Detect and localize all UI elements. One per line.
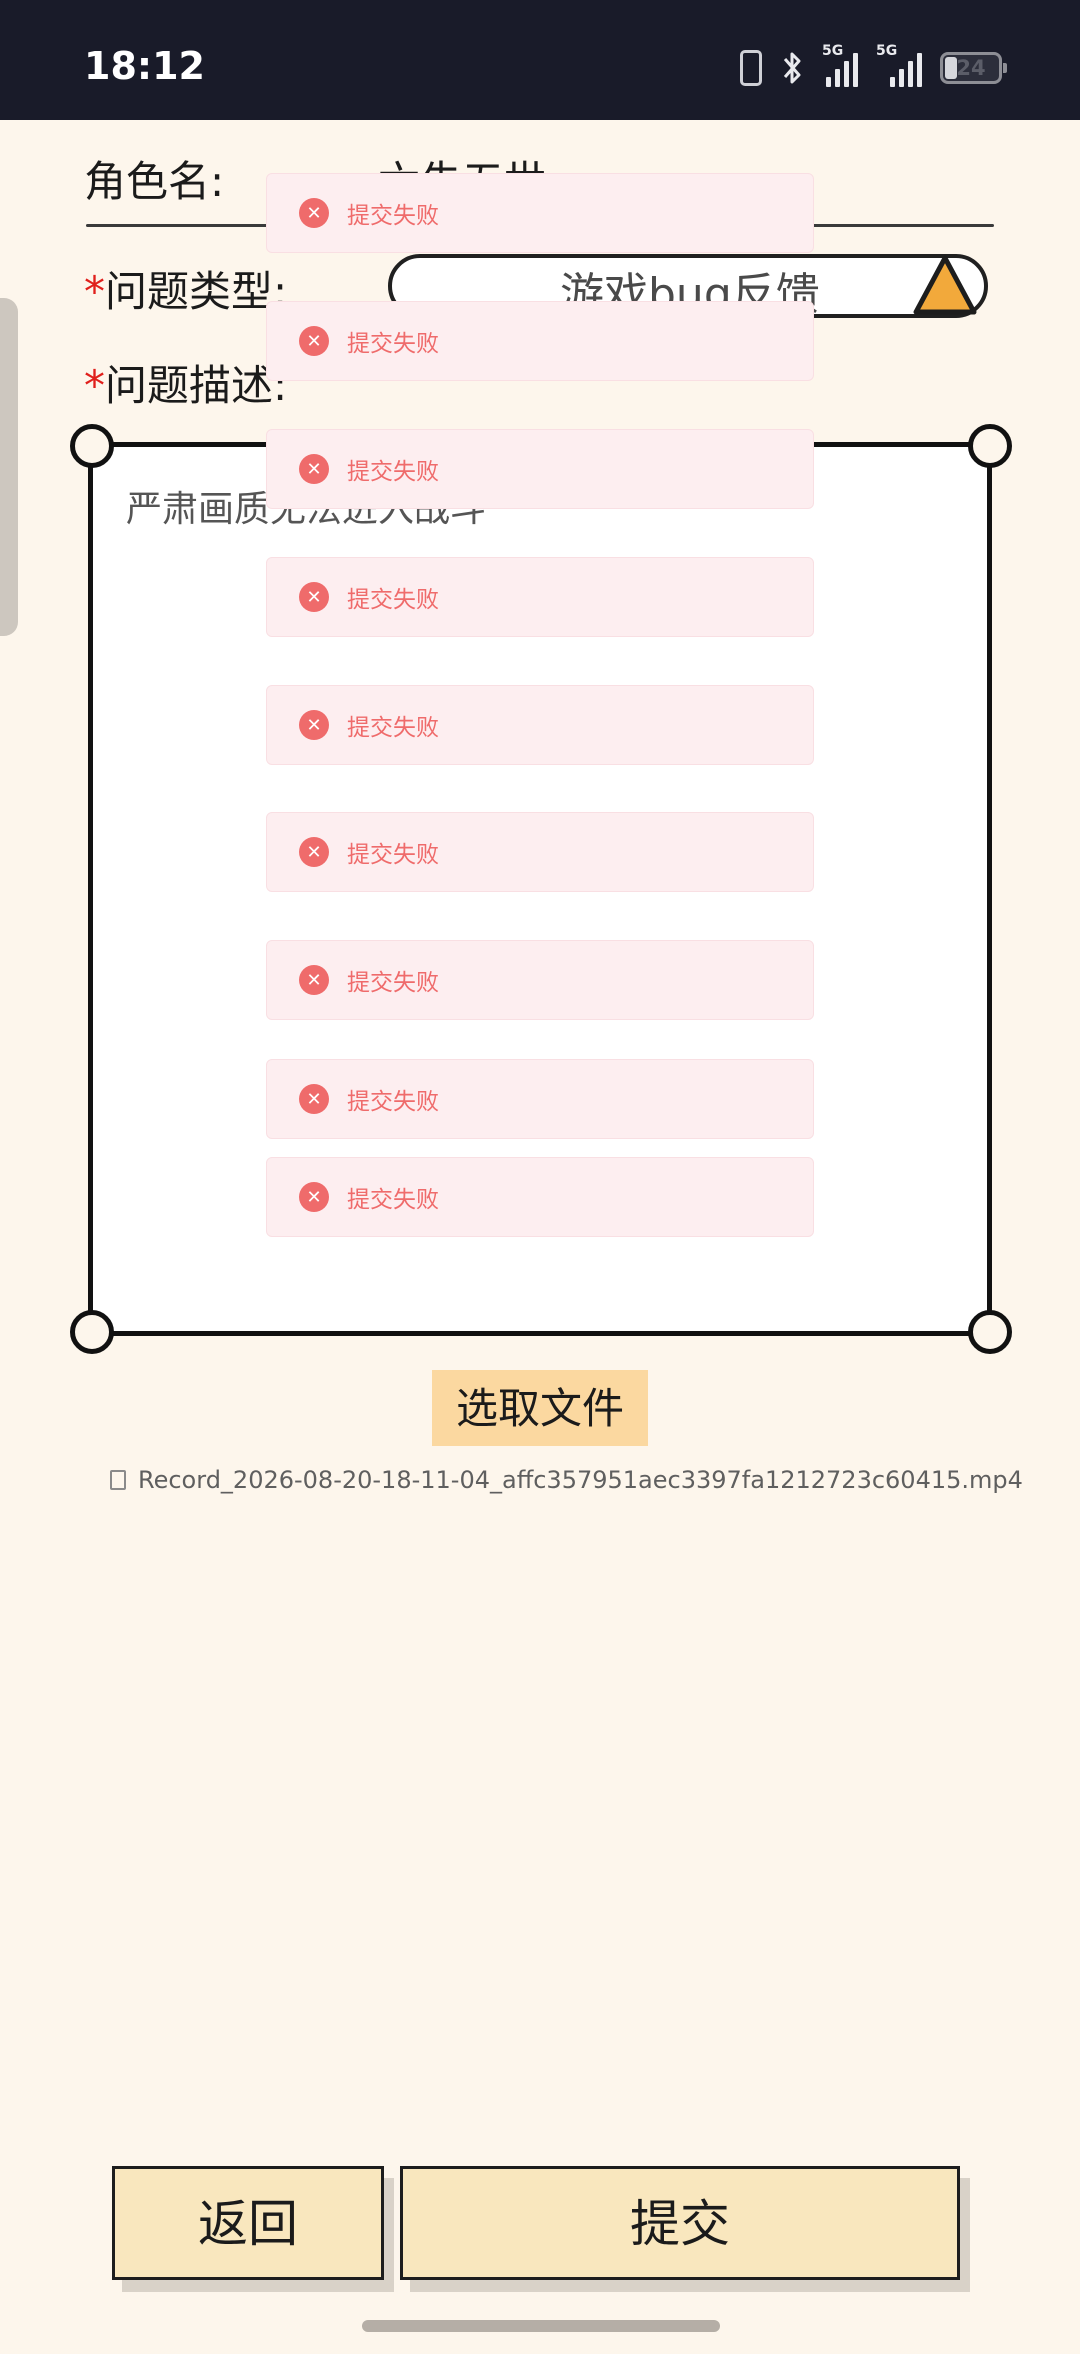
error-icon: ✕ — [299, 582, 329, 612]
error-icon: ✕ — [299, 710, 329, 740]
selected-file: Record_2026-08-20-18-11-04_affc357951aec… — [110, 1466, 1023, 1494]
choose-file-button[interactable]: 选取文件 — [432, 1370, 648, 1446]
frame-corner — [70, 424, 114, 468]
file-name: Record_2026-08-20-18-11-04_affc357951aec… — [138, 1466, 1023, 1494]
dropdown-triangle-icon[interactable] — [910, 252, 980, 320]
problem-type-label: *问题类型: — [84, 267, 288, 316]
error-icon: ✕ — [299, 1182, 329, 1212]
error-toast: ✕ 提交失败 — [266, 1059, 814, 1139]
error-toast: ✕ 提交失败 — [266, 429, 814, 509]
toast-message: 提交失败 — [347, 331, 439, 357]
battery-level: 24 — [956, 56, 986, 80]
toast-message: 提交失败 — [347, 203, 439, 229]
required-mark: * — [84, 361, 105, 410]
problem-desc-label: *问题描述: — [84, 361, 288, 410]
frame-corner — [968, 424, 1012, 468]
error-icon: ✕ — [299, 326, 329, 356]
error-toast: ✕ 提交失败 — [266, 940, 814, 1020]
toast-message: 提交失败 — [347, 459, 439, 485]
status-time: 18:12 — [84, 44, 205, 88]
back-button[interactable]: 返回 — [112, 2166, 384, 2280]
required-mark: * — [84, 267, 105, 316]
edge-panel-handle[interactable] — [0, 298, 18, 636]
toast-message: 提交失败 — [347, 1089, 439, 1115]
toast-message: 提交失败 — [347, 1187, 439, 1213]
home-indicator[interactable] — [362, 2320, 720, 2332]
error-toast: ✕ 提交失败 — [266, 301, 814, 381]
toast-message: 提交失败 — [347, 587, 439, 613]
battery-icon: 24 — [940, 52, 1007, 84]
signal-icon-1: 5G — [822, 43, 858, 87]
error-icon: ✕ — [299, 454, 329, 484]
toast-message: 提交失败 — [347, 970, 439, 996]
role-name-label: 角色名: — [84, 157, 225, 206]
vibrate-icon — [740, 50, 762, 86]
frame-corner — [70, 1310, 114, 1354]
file-icon — [110, 1470, 126, 1490]
error-icon: ✕ — [299, 1084, 329, 1114]
status-bar: 18:12 5G 5G 24 — [0, 0, 1080, 120]
error-toast: ✕ 提交失败 — [266, 1157, 814, 1237]
frame-corner — [968, 1310, 1012, 1354]
error-icon: ✕ — [299, 837, 329, 867]
toast-message: 提交失败 — [347, 715, 439, 741]
signal-icon-2: 5G — [876, 43, 922, 87]
toast-message: 提交失败 — [347, 842, 439, 868]
error-toast: ✕ 提交失败 — [266, 812, 814, 892]
error-icon: ✕ — [299, 965, 329, 995]
error-toast: ✕ 提交失败 — [266, 173, 814, 253]
bluetooth-icon — [783, 52, 801, 84]
error-toast: ✕ 提交失败 — [266, 685, 814, 765]
submit-button[interactable]: 提交 — [400, 2166, 960, 2280]
error-icon: ✕ — [299, 198, 329, 228]
error-toast: ✕ 提交失败 — [266, 557, 814, 637]
status-icons: 5G 5G 24 — [740, 43, 1007, 90]
